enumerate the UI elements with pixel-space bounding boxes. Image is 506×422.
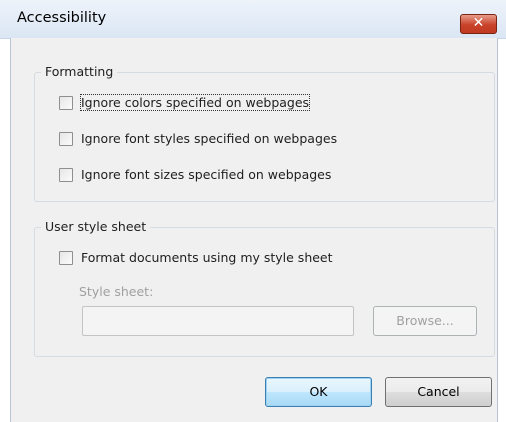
ignore-font-sizes-label[interactable]: Ignore font sizes specified on webpages [81, 167, 331, 182]
cancel-button-label: Cancel [417, 384, 460, 399]
ignore-colors-label[interactable]: Ignore colors specified on webpages [79, 94, 311, 111]
ignore-colors-checkbox-row[interactable]: Ignore colors specified on webpages [59, 94, 349, 115]
ignore-font-styles-checkbox[interactable] [59, 132, 73, 146]
close-button[interactable]: ✕ [460, 14, 497, 34]
style-sheet-label: Style sheet: [79, 284, 154, 299]
format-documents-label[interactable]: Format documents using my style sheet [81, 250, 333, 265]
ignore-font-sizes-checkbox-row[interactable]: Ignore font sizes specified on webpages [59, 167, 379, 187]
user-style-sheet-legend: User style sheet [41, 219, 151, 234]
window-title: Accessibility [17, 10, 107, 26]
ignore-font-styles-label[interactable]: Ignore font styles specified on webpages [81, 131, 337, 146]
formatting-group: Formatting Ignore colors specified on we… [34, 64, 495, 202]
ok-button-label: OK [309, 384, 328, 399]
format-documents-checkbox-row[interactable]: Format documents using my style sheet [59, 250, 379, 270]
ok-button[interactable]: OK [265, 377, 372, 407]
browse-button[interactable]: Browse... [373, 306, 477, 336]
ignore-font-sizes-checkbox[interactable] [59, 168, 73, 182]
dialog-body: Formatting Ignore colors specified on we… [10, 38, 498, 422]
formatting-legend: Formatting [41, 64, 118, 79]
title-bar: Accessibility ✕ [0, 0, 506, 39]
ignore-colors-checkbox[interactable] [59, 96, 73, 110]
cancel-button[interactable]: Cancel [385, 377, 492, 407]
browse-button-label: Browse... [396, 313, 454, 328]
ignore-font-styles-checkbox-row[interactable]: Ignore font styles specified on webpages [59, 131, 379, 151]
style-sheet-field[interactable] [82, 306, 354, 336]
user-style-sheet-group: User style sheet Format documents using … [34, 219, 495, 357]
close-icon: ✕ [472, 15, 485, 31]
format-documents-checkbox[interactable] [59, 251, 73, 265]
